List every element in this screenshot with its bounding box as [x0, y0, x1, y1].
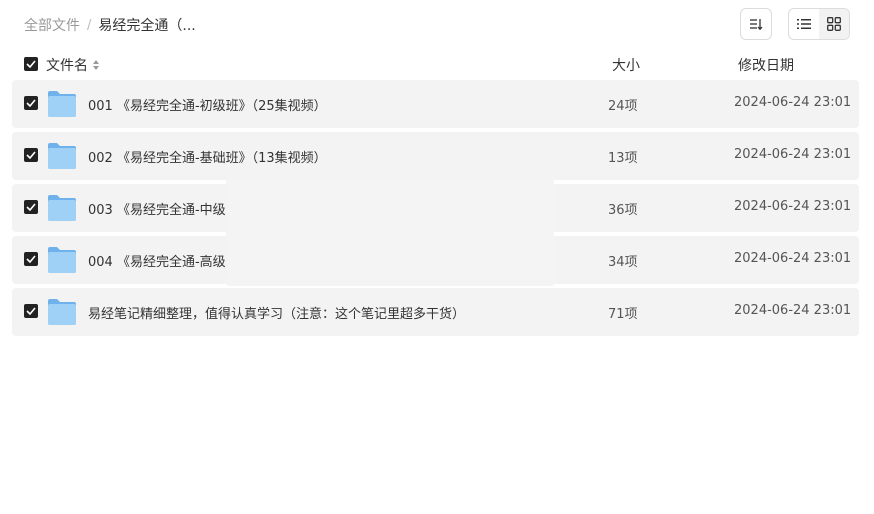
file-row[interactable]: 001 《易经完全通-初级班》（25集视频） 24项 2024-06-24 23…: [12, 80, 859, 128]
file-name[interactable]: 001 《易经完全通-初级班》（25集视频）: [88, 95, 327, 114]
file-size: 71项: [608, 307, 638, 322]
list-view-icon: [797, 19, 811, 29]
list-view-button[interactable]: [789, 9, 819, 39]
breadcrumb-separator: /: [87, 17, 92, 33]
file-date: 2024-06-24 23:01: [734, 251, 852, 266]
folder-icon: [48, 91, 76, 117]
file-size: 34项: [608, 255, 638, 270]
size-column-header[interactable]: 大小: [612, 55, 640, 75]
blurred-tooltip-overlay: [226, 178, 554, 286]
file-size: 24项: [608, 99, 638, 114]
sort-button[interactable]: [740, 8, 772, 40]
name-column-header[interactable]: 文件名: [46, 55, 100, 75]
file-date: 2024-06-24 23:01: [734, 199, 852, 214]
breadcrumb: 全部文件 / 易经完全通（...: [24, 15, 196, 35]
row-checkbox[interactable]: [24, 96, 38, 110]
row-checkbox[interactable]: [24, 252, 38, 266]
file-name[interactable]: 易经笔记精细整理，值得认真学习（注意：这个笔记里超多干货）: [88, 303, 465, 322]
name-column-label: 文件名: [46, 58, 88, 74]
row-checkbox[interactable]: [24, 200, 38, 214]
sort-icon: [750, 19, 763, 31]
folder-icon: [48, 299, 76, 325]
file-name[interactable]: 003 《易经完全通-中级班: [88, 199, 239, 218]
grid-view-button[interactable]: [819, 9, 849, 39]
folder-icon: [48, 247, 76, 273]
grid-view-icon: [827, 17, 841, 31]
checkmark-icon: [26, 203, 36, 211]
sort-toggle-icon: [93, 60, 99, 70]
file-name[interactable]: 002 《易经完全通-基础班》（13集视频）: [88, 147, 327, 166]
folder-icon: [48, 143, 76, 169]
date-column-header[interactable]: 修改日期: [738, 55, 794, 75]
checkmark-icon: [26, 255, 36, 263]
file-date: 2024-06-24 23:01: [734, 303, 852, 318]
row-checkbox[interactable]: [24, 304, 38, 318]
breadcrumb-root-link[interactable]: 全部文件: [24, 15, 80, 35]
file-date: 2024-06-24 23:01: [734, 95, 852, 110]
view-toggle: [788, 8, 850, 40]
file-row[interactable]: 易经笔记精细整理，值得认真学习（注意：这个笔记里超多干货） 71项 2024-0…: [12, 288, 859, 336]
file-list-header: 文件名 大小 修改日期: [12, 52, 859, 76]
checkmark-icon: [26, 307, 36, 315]
folder-icon: [48, 195, 76, 221]
file-size: 13项: [608, 151, 638, 166]
breadcrumb-current-folder: 易经完全通（...: [98, 18, 196, 34]
checkmark-icon: [26, 151, 36, 159]
file-name[interactable]: 004 《易经完全通-高级班: [88, 251, 239, 270]
checkmark-icon: [26, 99, 36, 107]
file-size: 36项: [608, 203, 638, 218]
file-row[interactable]: 002 《易经完全通-基础班》（13集视频） 13项 2024-06-24 23…: [12, 132, 859, 180]
row-checkbox[interactable]: [24, 148, 38, 162]
checkmark-icon: [26, 60, 36, 68]
select-all-checkbox[interactable]: [24, 57, 38, 71]
file-date: 2024-06-24 23:01: [734, 147, 852, 162]
